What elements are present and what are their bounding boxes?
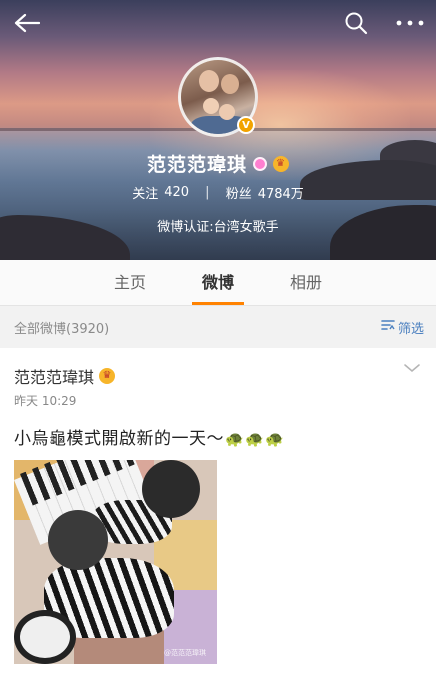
- post-card: 范范范瑋琪 ♛ 昨天 10:29 小烏龜模式開啟新的一天～🐢🐢🐢 @范范范瑋琪: [0, 348, 436, 677]
- turtle-emoji: 🐢: [225, 430, 245, 448]
- profile-cover: V 范范范瑋琪 ♛ 关注 420 | 粉丝 4784万 微博认证:台湾女歌手: [0, 0, 436, 260]
- profile-name: 范范范瑋琪: [146, 154, 247, 176]
- follow-count: 420: [164, 185, 190, 200]
- profile-tabs: 主页 微博 相册: [0, 260, 436, 306]
- post-text-row: 小烏龜模式開啟新的一天～🐢🐢🐢: [14, 424, 285, 449]
- tab-home[interactable]: 主页: [86, 260, 174, 305]
- follow-label: 关注: [132, 187, 159, 202]
- filter-bar: 全部微博(3920) 筛选: [0, 306, 436, 348]
- verification-text: 微博认证:台湾女歌手: [157, 220, 279, 235]
- search-icon[interactable]: [342, 10, 370, 36]
- post-count: 全部微博(3920): [14, 321, 110, 337]
- turtle-emoji: 🐢: [245, 430, 265, 448]
- post-time: 昨天 10:29: [14, 394, 77, 408]
- profile-name-row: 范范范瑋琪 ♛: [0, 150, 436, 177]
- post-author-row: 范范范瑋琪 ♛: [14, 364, 116, 388]
- verified-badge: V: [237, 116, 255, 134]
- filter-icon: [381, 319, 395, 335]
- fans-label: 粉丝: [225, 187, 252, 202]
- post-text: 小烏龜模式開啟新的一天～: [14, 429, 224, 449]
- member-icon[interactable]: [253, 156, 267, 171]
- fans-count: 4784万: [257, 187, 304, 202]
- filter-label: 筛选: [397, 321, 424, 337]
- crown-icon[interactable]: ♛: [273, 155, 289, 172]
- follow-stat[interactable]: 关注 420: [132, 183, 189, 202]
- filter-button[interactable]: 筛选: [381, 318, 424, 337]
- post-author[interactable]: 范范范瑋琪: [14, 364, 94, 388]
- post-image[interactable]: @范范范瑋琪: [14, 460, 217, 664]
- profile-stats: 关注 420 | 粉丝 4784万: [0, 183, 436, 202]
- stats-divider: |: [205, 185, 210, 200]
- turtle-emoji: 🐢: [265, 430, 285, 448]
- chevron-down-icon[interactable]: [402, 362, 422, 382]
- more-icon[interactable]: [392, 10, 428, 36]
- fans-stat[interactable]: 粉丝 4784万: [226, 183, 304, 202]
- crown-icon[interactable]: ♛: [99, 368, 116, 384]
- image-watermark: @范范范瑋琪: [164, 649, 206, 657]
- tab-album[interactable]: 相册: [262, 260, 350, 305]
- tab-weibo[interactable]: 微博: [174, 260, 262, 305]
- back-arrow-icon[interactable]: [12, 10, 42, 36]
